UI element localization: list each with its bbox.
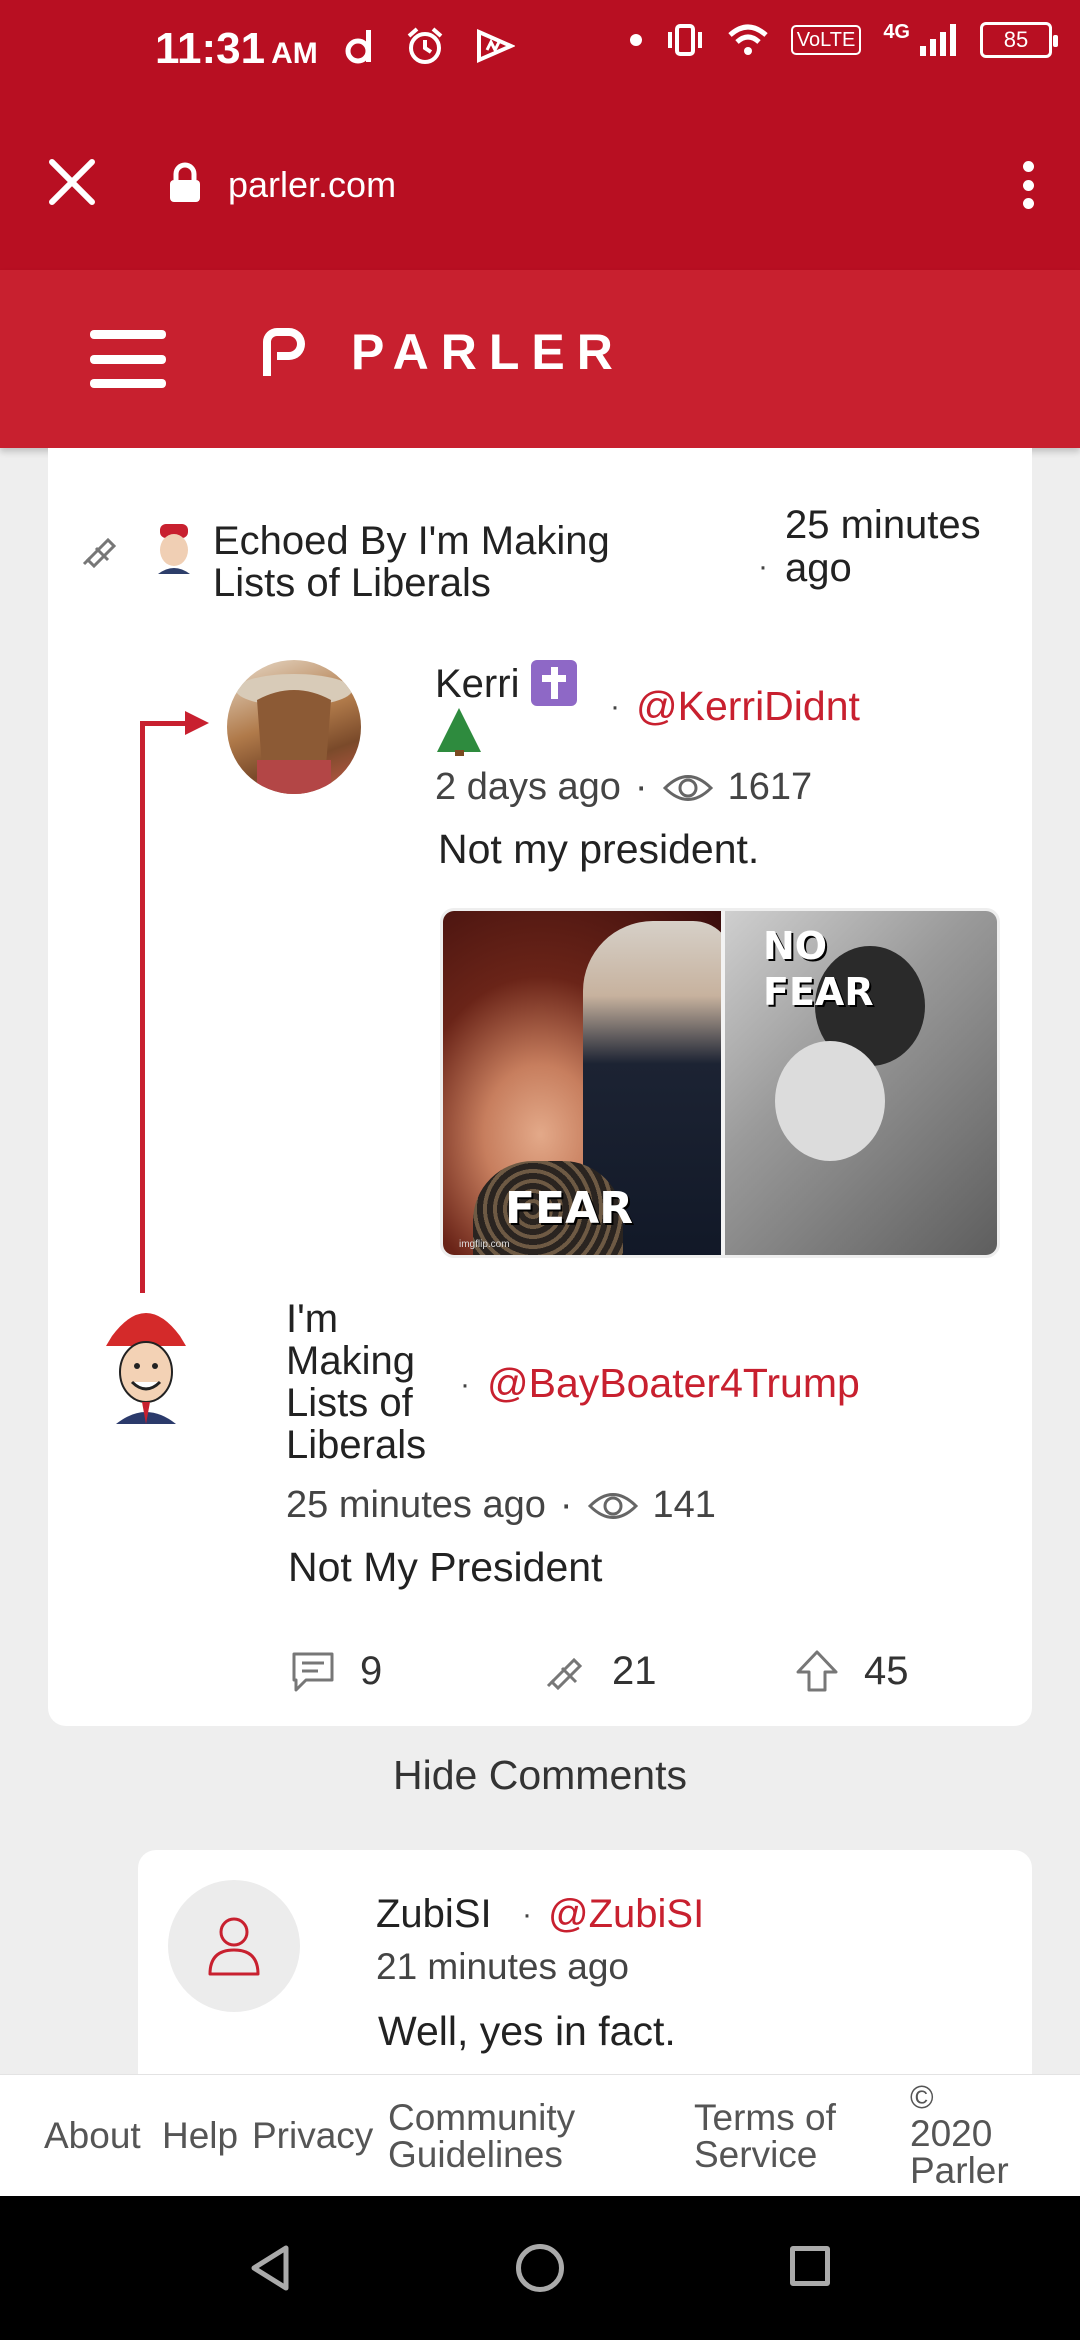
original-author-handle[interactable]: @KerriDidnt (636, 683, 860, 730)
echo-author-avatar[interactable] (102, 1296, 190, 1424)
footer-privacy-link[interactable]: Privacy (252, 2117, 373, 2154)
lock-icon (170, 162, 200, 202)
footer-community-link[interactable]: Community Guidelines (388, 2099, 618, 2173)
image-caption-left: FEAR (505, 1183, 634, 1234)
echo-separator: · (758, 550, 768, 583)
original-author-name-text: Kerri (435, 662, 520, 706)
status-am-pm: AM (271, 37, 318, 70)
original-author-separator: · (610, 690, 620, 723)
status-system-icons: VoLTE 4G 85 (629, 20, 1058, 58)
battery-indicator: 85 (980, 22, 1058, 58)
vibrate-icon (667, 24, 702, 56)
image-watermark: imgflip.com (459, 1239, 510, 1250)
original-post-text: Not my president. (438, 826, 760, 872)
status-notification-icons (345, 26, 515, 66)
echo-button[interactable]: 21 (542, 1648, 657, 1694)
echo-time: 25 minutes ago (785, 503, 981, 590)
comment-author-name[interactable]: ZubiSI (376, 1892, 492, 1937)
menu-icon[interactable] (90, 330, 166, 388)
original-meta-separator: · (634, 766, 648, 808)
footer-about-link[interactable]: About (44, 2117, 141, 2154)
browser-url-bar: parler.com (0, 100, 1080, 270)
wifi-icon (728, 24, 768, 55)
post-image[interactable]: FEAR NO FEAR imgflip.com (440, 908, 1000, 1258)
comment-count: 9 (360, 1648, 383, 1693)
original-author-name[interactable]: Kerri (435, 660, 578, 708)
media-icon (477, 28, 515, 64)
app-header: PARLER (0, 270, 1080, 448)
comment-time: 21 minutes ago (376, 1946, 630, 1987)
thread-arrow-icon (185, 711, 209, 735)
back-icon[interactable] (248, 2244, 292, 2292)
original-post-meta: 2 days ago · 1617 (435, 766, 812, 809)
echoer-avatar[interactable] (148, 522, 200, 574)
echo-post-meta: 25 minutes ago · 141 (286, 1484, 716, 1527)
brand-wordmark: PARLER (351, 324, 625, 380)
site-footer: About Help Privacy Community Guidelines … (0, 2074, 1080, 2196)
echo-count: 21 (612, 1648, 657, 1693)
thread-connector-branch (140, 721, 190, 726)
upvote-button[interactable]: 45 (794, 1648, 909, 1694)
footer-terms-link[interactable]: Terms of Service (694, 2099, 894, 2173)
dailyhunt-icon (345, 30, 371, 64)
comment-icon (292, 1652, 334, 1692)
footer-help-link[interactable]: Help (162, 2117, 238, 2154)
more-options-icon[interactable] (1016, 155, 1040, 215)
echo-label[interactable]: Echoed By I'm Making Lists of Liberals (213, 520, 683, 604)
comment-text: Well, yes in fact. (378, 2008, 676, 2054)
user-icon (208, 1917, 260, 1976)
volte-badge: VoLTE (790, 25, 862, 55)
christmas-tree-trunk (455, 750, 464, 756)
footer-copyright-symbol: © (910, 2079, 934, 2115)
cross-emoji-icon (531, 660, 578, 706)
echo-post-text: Not My President (288, 1544, 603, 1590)
echo-meta-separator: · (559, 1484, 573, 1526)
url-text[interactable]: parler.com (228, 164, 396, 206)
original-author-avatar[interactable] (227, 660, 361, 794)
original-post-time: 2 days ago (435, 766, 621, 808)
post-actions: 9 21 45 (290, 1648, 970, 1704)
image-caption-right: NO FEAR (763, 924, 874, 1014)
status-clock: 11:31 (155, 24, 266, 73)
thread-connector (140, 723, 145, 1293)
eye-icon (587, 1492, 638, 1519)
echo-icon (546, 1657, 583, 1691)
status-time: 11:31 AM (155, 24, 318, 74)
alarm-icon (407, 27, 443, 64)
brand[interactable]: PARLER (255, 322, 625, 382)
comment-author-avatar[interactable] (168, 1880, 300, 2012)
echo-author-name[interactable]: I'm Making Lists of Liberals (286, 1298, 466, 1466)
comment-author-handle[interactable]: @ZubiSI (548, 1892, 704, 1937)
home-icon[interactable] (516, 2244, 564, 2292)
eye-icon (662, 774, 713, 801)
status-bar: 11:31 AM VoLTE 4G 85 (0, 0, 1080, 100)
echo-icon (82, 537, 117, 569)
comment-card: ZubiSI · @ZubiSI 21 minutes ago Well, ye… (138, 1850, 1032, 2090)
system-nav-bar (0, 2196, 1080, 2340)
recent-apps-icon[interactable] (790, 2246, 830, 2286)
dot-icon (629, 34, 642, 46)
upvote-count: 45 (864, 1648, 909, 1693)
upvote-arrow-icon (796, 1650, 838, 1692)
echo-post-time: 25 minutes ago (286, 1484, 546, 1526)
echo-row: Echoed By I'm Making Lists of Liberals ·… (78, 478, 1018, 608)
footer-copyright: 2020 Parler (910, 2113, 1009, 2191)
parler-logo-icon (263, 328, 305, 376)
hide-comments-button[interactable]: Hide Comments (0, 1752, 1080, 1799)
close-icon[interactable] (42, 152, 102, 212)
echo-view-count: 141 (652, 1484, 716, 1526)
battery-level: 85 (1003, 27, 1029, 52)
echo-author-separator: · (460, 1368, 470, 1401)
network-type: 4G (883, 20, 910, 43)
comment-button[interactable]: 9 (290, 1648, 382, 1694)
signal-icon (920, 24, 956, 56)
comment-author-separator: · (522, 1898, 532, 1931)
echo-author-handle[interactable]: @BayBoater4Trump (487, 1360, 860, 1407)
original-view-count: 1617 (727, 766, 813, 808)
christmas-tree-emoji-icon (437, 708, 481, 752)
